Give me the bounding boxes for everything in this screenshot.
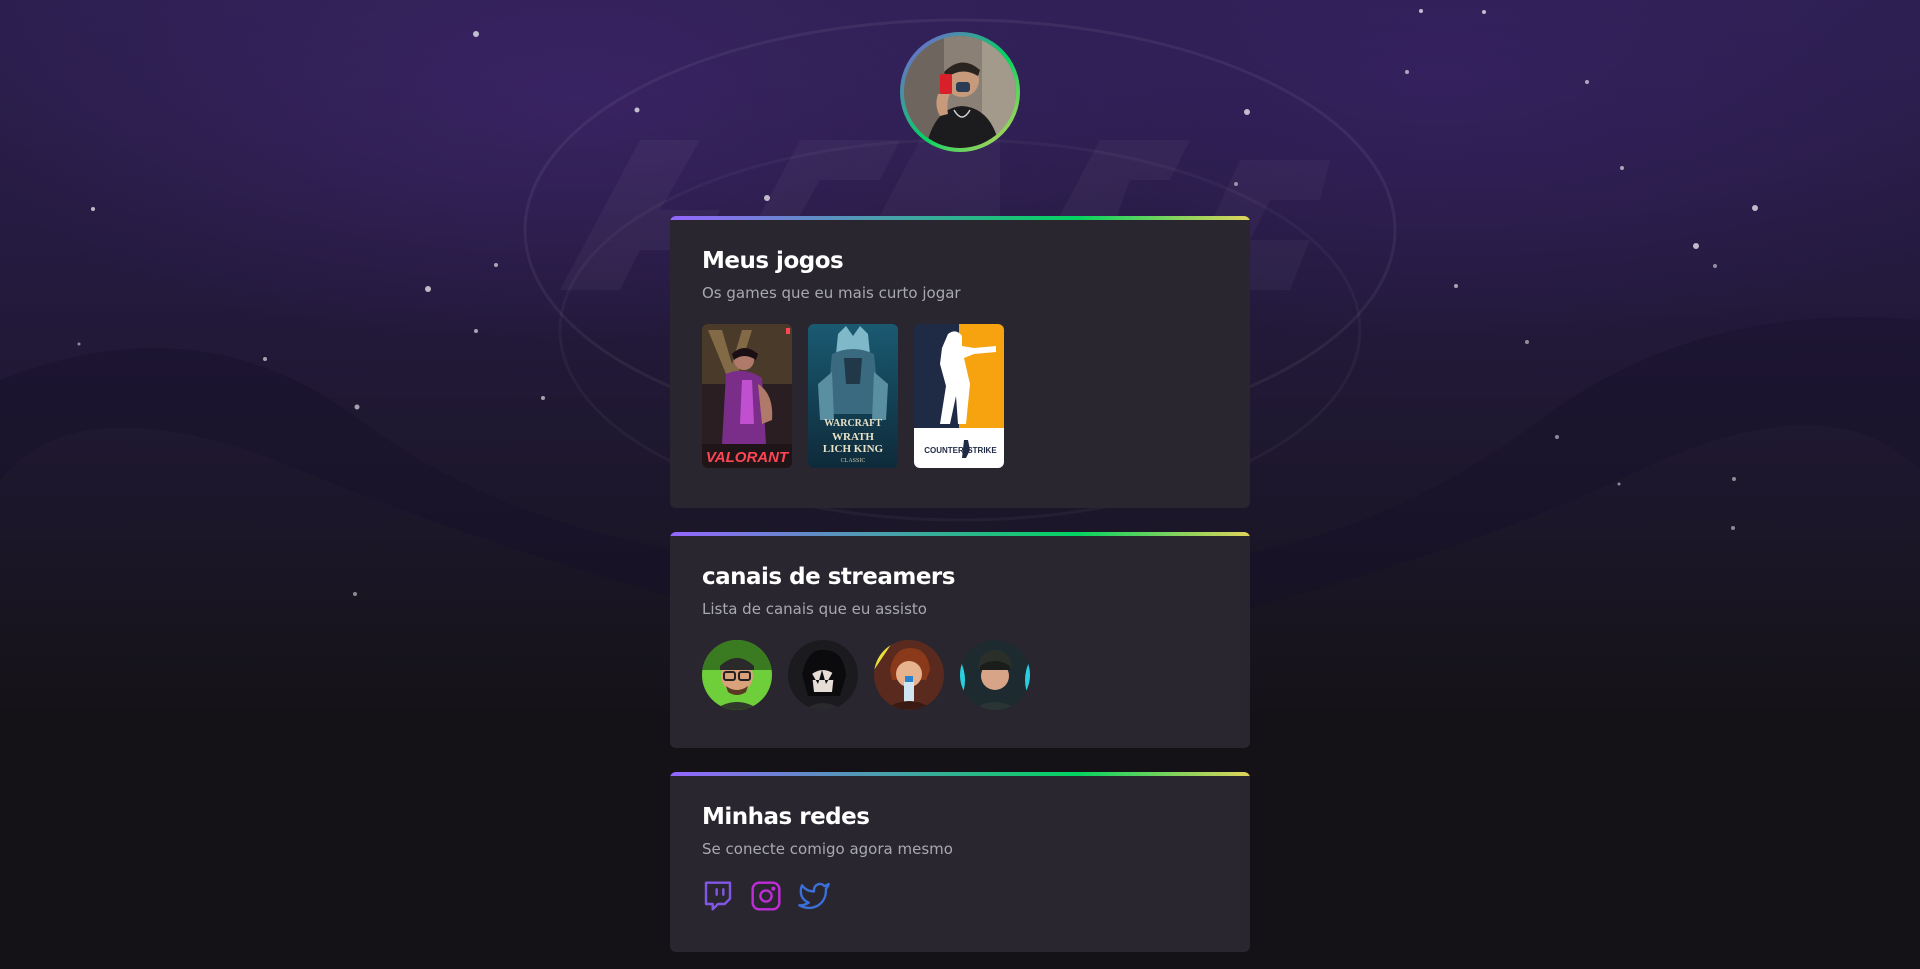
games-card-subtitle: Os games que eu mais curto jogar [702,284,961,302]
svg-text:COUNTER: COUNTER [924,446,964,455]
streamer-avatar-icon [702,640,772,710]
svg-text:STRIKE: STRIKE [967,446,997,455]
streamer-avatar[interactable] [960,640,1030,710]
games-list: VALORANT WARCRAFT WRATH LICH KING CLASSI… [702,324,1004,468]
streamer-avatar-icon [874,640,944,710]
streamers-card: canais de streamers Lista de canais que … [670,532,1250,748]
svg-text:WARCRAFT: WARCRAFT [824,418,882,429]
socials-card-subtitle: Se conecte comigo agora mesmo [702,840,953,858]
streamer-avatar[interactable] [874,640,944,710]
socials-card-title: Minhas redes [702,804,870,830]
game-counter-strike[interactable]: COUNTER STRIKE [914,324,1004,468]
streamer-avatar[interactable] [702,640,772,710]
svg-text:LICH KING: LICH KING [823,443,884,455]
instagram-icon [751,881,781,911]
counter-strike-cover-icon: COUNTER STRIKE [914,324,1004,468]
instagram-link[interactable] [750,880,782,912]
socials-list [702,880,830,912]
profile-avatar [900,32,1020,152]
streamer-avatar-icon [960,640,1030,710]
twitter-icon [798,882,830,910]
twitch-icon [704,881,732,911]
avatar [904,36,1016,148]
svg-text:CLASSIC: CLASSIC [841,458,866,464]
socials-card: Minhas redes Se conecte comigo agora mes… [670,772,1250,952]
streamer-avatar[interactable] [788,640,858,710]
valorant-cover-icon: VALORANT [702,324,792,468]
streamers-card-title: canais de streamers [702,564,955,590]
twitch-link[interactable] [702,880,734,912]
page: Meus jogos Os games que eu mais curto jo… [0,0,1920,969]
streamer-avatar-icon [788,640,858,710]
twitter-link[interactable] [798,880,830,912]
game-wow-lich-king[interactable]: WARCRAFT WRATH LICH KING CLASSIC [808,324,898,468]
games-card-title: Meus jogos [702,248,844,274]
svg-text:VALORANT: VALORANT [706,449,790,466]
svg-text:WRATH: WRATH [832,431,874,443]
streamers-card-subtitle: Lista de canais que eu assisto [702,600,927,618]
streamers-list [702,640,1030,710]
avatar-photo [904,36,1016,148]
wow-cover-icon: WARCRAFT WRATH LICH KING CLASSIC [808,324,898,468]
games-card: Meus jogos Os games que eu mais curto jo… [670,216,1250,508]
game-valorant[interactable]: VALORANT [702,324,792,468]
